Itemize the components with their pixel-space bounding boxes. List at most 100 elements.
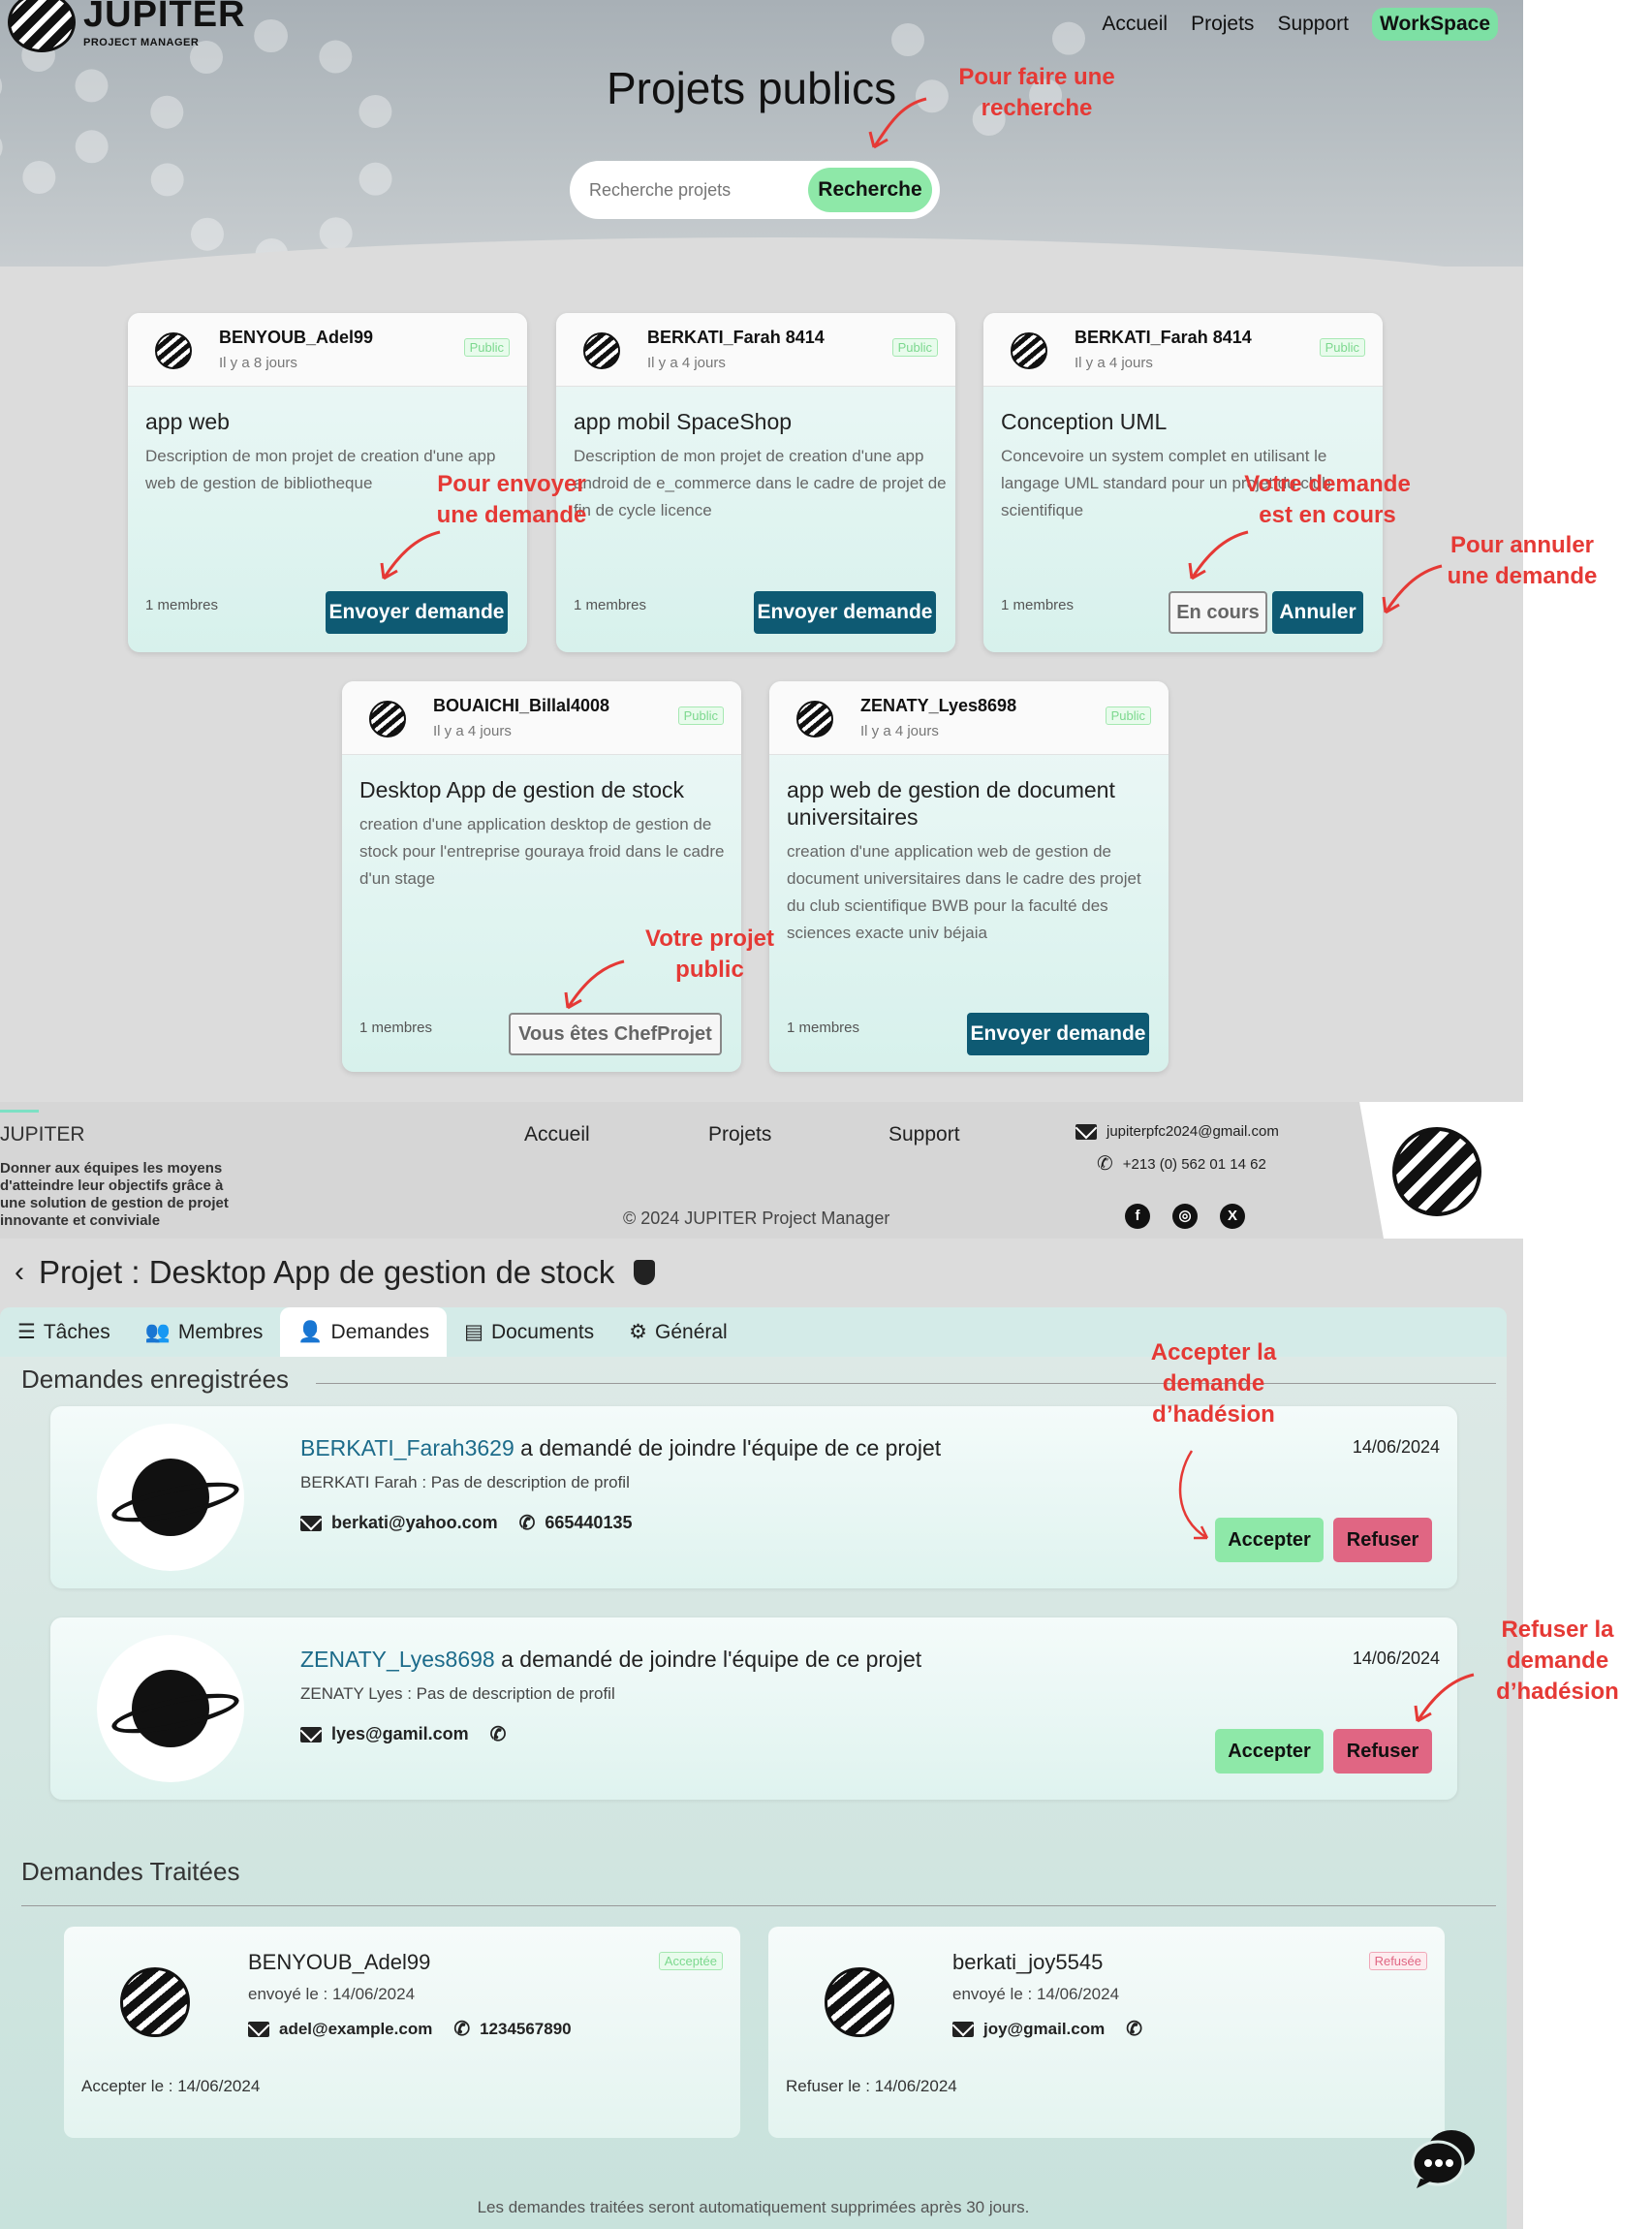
tab-label: Membres <box>177 1320 264 1343</box>
back-arrow-icon[interactable]: ‹ <box>0 1256 39 1289</box>
refuse-button[interactable]: Refuser <box>1333 1729 1432 1774</box>
list-icon: ☰ <box>17 1321 36 1343</box>
nav-projets[interactable]: Projets <box>1191 13 1254 36</box>
processed-email: adel@example.com <box>279 2020 433 2038</box>
tab-label: Général <box>655 1320 728 1343</box>
mail-icon <box>300 1726 322 1742</box>
processed-sent-date: envoyé le : 14/06/2024 <box>248 1985 416 2003</box>
request-username[interactable]: ZENATY_Lyes8698 <box>300 1647 495 1672</box>
public-badge: Public <box>1105 706 1151 725</box>
mail-icon <box>952 2022 974 2037</box>
tab-taches[interactable]: ☰ Tâches <box>0 1307 128 1357</box>
card-owner[interactable]: BENYOUB_Adel99 <box>219 328 373 348</box>
footer-link-support[interactable]: Support <box>888 1123 960 1146</box>
tab-demandes[interactable]: 👤 Demandes <box>280 1307 448 1357</box>
card-members: 1 membres <box>145 597 219 613</box>
processed-section-title: Demandes Traitées <box>21 1857 240 1886</box>
card-members: 1 membres <box>1001 597 1075 613</box>
tab-documents[interactable]: ▤ Documents <box>447 1307 611 1357</box>
send-request-button[interactable]: Envoyer demande <box>326 591 508 634</box>
processed-request-card: BENYOUB_Adel99 envoyé le : 14/06/2024 ad… <box>64 1927 740 2138</box>
request-title: ZENATY_Lyes8698 a demandé de joindre l'é… <box>300 1647 921 1673</box>
annotation-accept: Accepter la demande d’hadésion <box>1150 1339 1277 1428</box>
annotation-refuse: Refuser la demande d’hadésion <box>1496 1617 1619 1705</box>
card-owner[interactable]: BERKATI_Farah 8414 <box>647 328 825 348</box>
footer-link-accueil[interactable]: Accueil <box>524 1123 590 1146</box>
pending-status-button[interactable]: En cours <box>1169 591 1267 634</box>
card-title: app web <box>145 409 230 434</box>
retention-note: Les demandes traitées seront automatique… <box>477 2198 1030 2216</box>
tab-label: Demandes <box>330 1320 430 1343</box>
chat-icon[interactable] <box>1409 2122 1477 2190</box>
footer-email-text: jupiterpfc2024@gmail.com <box>1107 1123 1279 1140</box>
nav-support[interactable]: Support <box>1277 13 1349 36</box>
tab-general[interactable]: ⚙ Général <box>611 1307 745 1357</box>
tab-membres[interactable]: 👥 Membres <box>128 1307 281 1357</box>
divider <box>21 1905 1496 1906</box>
phone-icon: ✆ <box>453 2019 471 2040</box>
mail-icon <box>300 1515 322 1531</box>
request-contact: lyes@gamil.com ✆ <box>300 1724 515 1744</box>
tab-label: Tâches <box>43 1320 110 1343</box>
card-owner[interactable]: ZENATY_Lyes8698 <box>860 696 1016 716</box>
request-date: 14/06/2024 <box>1352 1648 1440 1668</box>
annotation-public: Votre projet public <box>645 926 774 983</box>
public-badge: Public <box>463 338 510 357</box>
processed-result: Accepter le : 14/06/2024 <box>81 2077 261 2095</box>
request-text: a demandé de joindre l'équipe de ce proj… <box>514 1435 942 1460</box>
logo[interactable]: JUPITER PROJECT MANAGER <box>8 0 245 52</box>
pending-section-title: Demandes enregistrées <box>21 1365 290 1394</box>
search-button[interactable]: Recherche <box>808 168 932 212</box>
processed-username: berkati_joy5545 <box>952 1950 1104 1974</box>
page-title: Projets publics <box>607 63 897 113</box>
card-members: 1 membres <box>359 1020 433 1036</box>
avatar <box>120 1967 190 2037</box>
chef-projet-button[interactable]: Vous êtes ChefProjet <box>509 1013 722 1055</box>
card-owner[interactable]: BERKATI_Farah 8414 <box>1075 328 1252 348</box>
annotation-arrow <box>1178 1450 1209 1540</box>
card-date: Il y a 4 jours <box>860 723 939 739</box>
avatar <box>825 1967 894 2037</box>
accept-button[interactable]: Accepter <box>1215 1518 1324 1562</box>
card-title: Conception UML <box>1001 409 1168 434</box>
avatar <box>796 701 833 738</box>
card-description: Description de mon projet de creation d'… <box>574 447 947 519</box>
phone-icon: ✆ <box>518 1512 536 1534</box>
user-plus-icon: 👤 <box>297 1320 324 1343</box>
refuse-button[interactable]: Refuser <box>1333 1518 1432 1562</box>
cancel-request-button[interactable]: Annuler <box>1272 591 1363 634</box>
send-request-button[interactable]: Envoyer demande <box>967 1013 1149 1055</box>
processed-username: BENYOUB_Adel99 <box>248 1950 431 1974</box>
public-badge: Public <box>891 338 938 357</box>
processed-result: Refuser le : 14/06/2024 <box>786 2077 957 2095</box>
annotation-arrow <box>868 97 927 149</box>
x-twitter-icon[interactable]: X <box>1220 1204 1245 1229</box>
footer: JUPITER Donner aux équipes les moyens d'… <box>0 1102 1523 1239</box>
jupiter-logo-icon <box>8 0 76 52</box>
accepted-badge: Acceptée <box>658 1952 723 1970</box>
hero-banner: JUPITER PROJECT MANAGER Accueil Projets … <box>0 0 1523 267</box>
request-phone: 665440135 <box>545 1513 633 1532</box>
card-title: Desktop App de gestion de stock <box>359 777 684 802</box>
footer-link-projets[interactable]: Projets <box>708 1123 771 1146</box>
processed-email: joy@gmail.com <box>983 2020 1106 2038</box>
footer-email[interactable]: jupiterpfc2024@gmail.com <box>1075 1123 1279 1140</box>
nav-accueil[interactable]: Accueil <box>1102 13 1168 36</box>
request-title: BERKATI_Farah3629 a demandé de joindre l… <box>300 1435 941 1461</box>
avatar <box>97 1424 244 1571</box>
gear-decoration <box>145 19 397 267</box>
search-input[interactable] <box>589 179 802 201</box>
project-title: Projet : Desktop App de gestion de stock <box>39 1254 615 1290</box>
send-request-button[interactable]: Envoyer demande <box>754 591 936 634</box>
accept-button[interactable]: Accepter <box>1215 1729 1324 1774</box>
request-username[interactable]: BERKATI_Farah3629 <box>300 1435 514 1460</box>
card-date: Il y a 4 jours <box>647 355 726 371</box>
card-owner[interactable]: BOUAICHI_Billal4008 <box>433 696 609 716</box>
facebook-icon[interactable]: f <box>1125 1204 1150 1229</box>
card-date: Il y a 8 jours <box>219 355 297 371</box>
nav-workspace-button[interactable]: WorkSpace <box>1372 8 1498 41</box>
instagram-icon[interactable]: ◎ <box>1172 1204 1198 1229</box>
gear-decoration <box>0 39 116 194</box>
avatar <box>583 332 620 369</box>
phone-icon: ✆ <box>1126 2019 1142 2040</box>
